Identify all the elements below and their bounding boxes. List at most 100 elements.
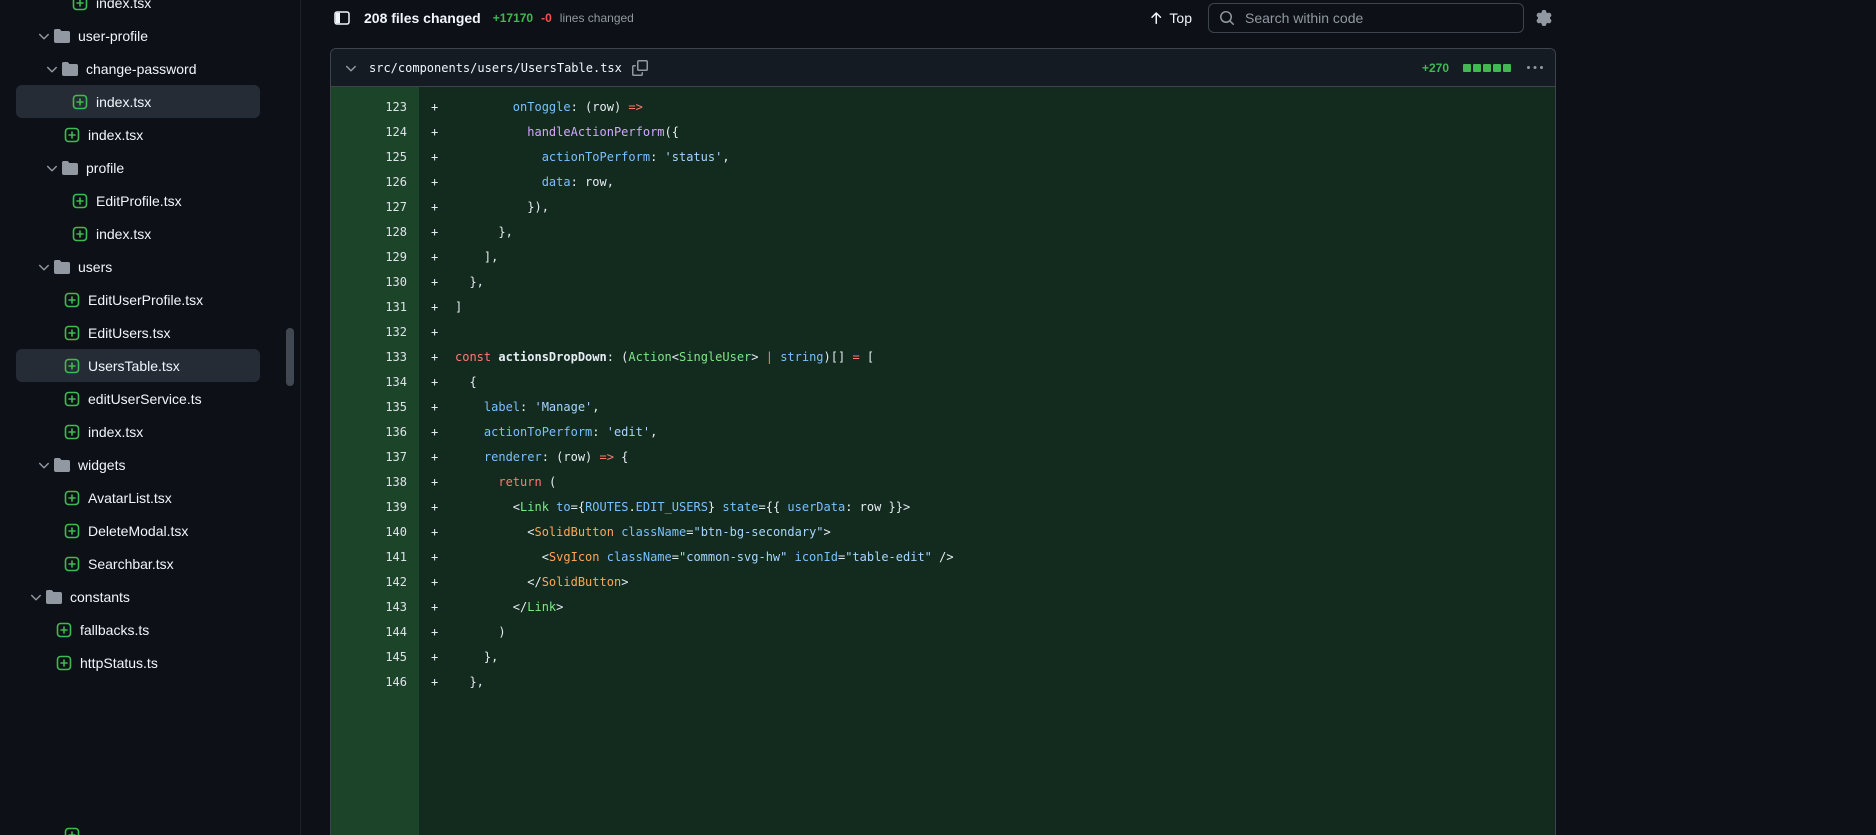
partially-visible-file-added-icon xyxy=(64,827,80,835)
tree-file-edituserprofile.tsx[interactable]: EditUserProfile.tsx xyxy=(16,283,260,316)
tree-file-edituserservice.ts[interactable]: editUserService.ts xyxy=(16,382,260,415)
tree-folder-change-password[interactable]: change-password xyxy=(16,52,260,85)
tree-item-label: EditUserProfile.tsx xyxy=(88,292,203,308)
tree-file-avatarlist.tsx[interactable]: AvatarList.tsx xyxy=(16,481,260,514)
line-number[interactable]: 128 xyxy=(331,220,419,245)
tree-file-index.tsx[interactable]: index.tsx xyxy=(16,415,260,448)
code-text: ) xyxy=(455,620,506,645)
diff-line-126: 126+ data: row, xyxy=(331,170,1555,195)
line-number[interactable]: 131 xyxy=(331,295,419,320)
panel-resize-handle[interactable] xyxy=(300,0,330,835)
tree-folder-widgets[interactable]: widgets xyxy=(16,448,260,481)
diff-line-125: 125+ actionToPerform: 'status', xyxy=(331,145,1555,170)
tree-item-label: user-profile xyxy=(78,28,148,44)
line-number[interactable]: 139 xyxy=(331,495,419,520)
line-number[interactable]: 123 xyxy=(331,95,419,120)
file-added-icon xyxy=(72,94,88,110)
diff-addition-marker: + xyxy=(419,395,455,420)
tree-file-editusers.tsx[interactable]: EditUsers.tsx xyxy=(16,316,260,349)
code-search-input[interactable] xyxy=(1243,9,1513,27)
line-number[interactable]: 141 xyxy=(331,545,419,570)
line-number[interactable]: 134 xyxy=(331,370,419,395)
tree-item-label: index.tsx xyxy=(88,424,143,440)
line-number[interactable]: 136 xyxy=(331,420,419,445)
tree-file-httpstatus.ts[interactable]: httpStatus.ts xyxy=(16,646,260,679)
chevron-down-icon[interactable] xyxy=(44,61,60,77)
diff-line-129: 129+ ], xyxy=(331,245,1555,270)
line-number[interactable]: 130 xyxy=(331,270,419,295)
line-number[interactable]: 133 xyxy=(331,345,419,370)
folder-icon xyxy=(54,28,70,44)
line-number[interactable]: 146 xyxy=(331,670,419,695)
diff-line-144: 144+ ) xyxy=(331,620,1555,645)
code-text: }, xyxy=(455,220,513,245)
tree-item-label: constants xyxy=(70,589,130,605)
files-changed-main: 208 files changed +17170 -0 lines change… xyxy=(330,0,1556,835)
diff-addition-marker: + xyxy=(419,220,455,245)
tree-folder-user-profile[interactable]: user-profile xyxy=(16,19,260,52)
diffstat-block xyxy=(1483,64,1491,72)
line-number[interactable]: 145 xyxy=(331,645,419,670)
tree-item-label: profile xyxy=(86,160,124,176)
diff-line-134: 134+ { xyxy=(331,370,1555,395)
line-number[interactable]: 127 xyxy=(331,195,419,220)
diffstat-block xyxy=(1503,64,1511,72)
tree-file-userstable.tsx[interactable]: UsersTable.tsx xyxy=(16,349,260,382)
tree-file-index.tsx[interactable]: index.tsx xyxy=(16,0,260,19)
tree-file-index.tsx[interactable]: index.tsx xyxy=(16,85,260,118)
diff-addition-marker: + xyxy=(419,370,455,395)
chevron-down-icon[interactable] xyxy=(36,28,52,44)
copy-icon xyxy=(632,60,648,76)
collapse-diff-button[interactable] xyxy=(341,58,361,78)
file-path[interactable]: src/components/users/UsersTable.tsx xyxy=(369,61,622,75)
arrow-up-icon xyxy=(1148,10,1164,26)
code-text: const actionsDropDown: (Action<SingleUse… xyxy=(455,345,874,370)
lines-changed-label: lines changed xyxy=(560,11,634,25)
tree-folder-profile[interactable]: profile xyxy=(16,151,260,184)
line-number[interactable]: 126 xyxy=(331,170,419,195)
line-number[interactable]: 124 xyxy=(331,120,419,145)
tree-file-fallbacks.ts[interactable]: fallbacks.ts xyxy=(16,613,260,646)
code-text: <SvgIcon className="common-svg-hw" iconI… xyxy=(455,545,954,570)
tree-folder-users[interactable]: users xyxy=(16,250,260,283)
tree-file-index.tsx[interactable]: index.tsx xyxy=(16,118,260,151)
file-options-button[interactable] xyxy=(1525,58,1545,78)
line-number[interactable]: 143 xyxy=(331,595,419,620)
collapse-file-tree-button[interactable] xyxy=(330,6,354,30)
file-tree-panel: index.tsxuser-profilechange-passwordinde… xyxy=(0,0,300,835)
line-number[interactable]: 138 xyxy=(331,470,419,495)
diff-line-127: 127+ }), xyxy=(331,195,1555,220)
line-number[interactable]: 129 xyxy=(331,245,419,270)
line-number[interactable]: 132 xyxy=(331,320,419,345)
line-number[interactable]: 135 xyxy=(331,395,419,420)
chevron-down-icon[interactable] xyxy=(36,457,52,473)
total-additions: +17170 xyxy=(493,11,533,25)
line-number[interactable]: 142 xyxy=(331,570,419,595)
line-number[interactable]: 140 xyxy=(331,520,419,545)
back-to-top-link[interactable]: Top xyxy=(1148,10,1192,26)
files-changed-toolbar: 208 files changed +17170 -0 lines change… xyxy=(330,2,1556,34)
folder-icon xyxy=(54,457,70,473)
line-number[interactable]: 137 xyxy=(331,445,419,470)
diff-addition-marker: + xyxy=(419,620,455,645)
diff-settings-button[interactable] xyxy=(1532,6,1556,30)
chevron-down-icon[interactable] xyxy=(36,259,52,275)
folder-icon xyxy=(62,61,78,77)
diff-addition-marker: + xyxy=(419,270,455,295)
diff-addition-marker: + xyxy=(419,345,455,370)
sidebar-scrollbar-thumb[interactable] xyxy=(286,328,294,386)
line-number[interactable]: 144 xyxy=(331,620,419,645)
tree-file-deletemodal.tsx[interactable]: DeleteModal.tsx xyxy=(16,514,260,547)
diff-line-130: 130+ }, xyxy=(331,270,1555,295)
copy-path-button[interactable] xyxy=(630,58,650,78)
chevron-down-icon[interactable] xyxy=(28,589,44,605)
tree-file-searchbar.tsx[interactable]: Searchbar.tsx xyxy=(16,547,260,580)
tree-file-index.tsx[interactable]: index.tsx xyxy=(16,217,260,250)
line-number[interactable]: 125 xyxy=(331,145,419,170)
tree-file-editprofile.tsx[interactable]: EditProfile.tsx xyxy=(16,184,260,217)
back-to-top-label: Top xyxy=(1169,10,1192,26)
folder-icon xyxy=(62,160,78,176)
tree-folder-constants[interactable]: constants xyxy=(16,580,260,613)
chevron-down-icon[interactable] xyxy=(44,160,60,176)
diff-line-138: 138+ return ( xyxy=(331,470,1555,495)
